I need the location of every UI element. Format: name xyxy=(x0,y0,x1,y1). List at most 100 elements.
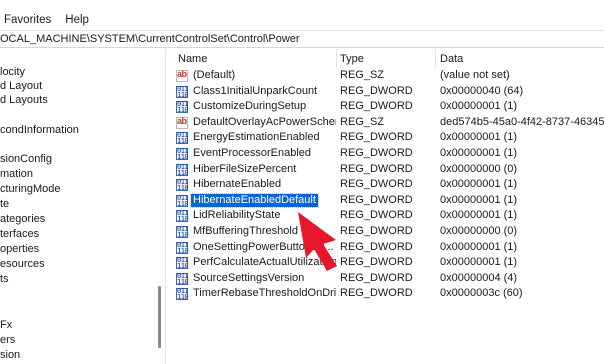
tree-item[interactable]: ts xyxy=(0,272,9,286)
dword-value-icon: 011 110 xyxy=(176,84,189,99)
registry-value-row[interactable]: 011 110 MfBufferingThreshold REG_DWORD 0x00… xyxy=(170,224,604,240)
value-type: REG_DWORD xyxy=(340,225,413,237)
registry-value-row[interactable]: 011 110 HiberFileSizePercent REG_DWORD 0x00… xyxy=(170,162,604,178)
tree-item[interactable]: locity xyxy=(0,65,25,79)
value-name: (Default) xyxy=(193,69,236,81)
value-name: LidReliabilityState xyxy=(193,209,281,222)
registry-values-list: Name Type Data ab (Default) REG_SZ (value n… xyxy=(170,49,604,364)
tree-item[interactable]: Fx xyxy=(0,318,12,332)
registry-value-row[interactable]: 011 110 HibernateEnabledDefault REG_DWORD 0… xyxy=(170,192,604,209)
value-data: 0x00000001 (1) xyxy=(440,256,518,269)
registry-value-row[interactable]: 011 110 OneSettingPowerButtonBu... REG_DWO… xyxy=(170,240,604,256)
registry-value-row[interactable]: 011 110 HibernateEnabled REG_DWORD 0x000000… xyxy=(170,177,604,193)
string-value-icon: ab xyxy=(176,69,188,82)
dword-value-icon: 011 110 xyxy=(176,193,189,208)
column-header-type[interactable]: Type xyxy=(340,53,364,65)
value-name: OneSettingPowerButtonBu... xyxy=(193,240,334,253)
dword-value-icon: 011 110 xyxy=(176,131,189,146)
menu-bar: Favorites Help xyxy=(0,10,604,30)
registry-value-row[interactable]: ab DefaultOverlayAcPowerScheme REG_SZ ded57… xyxy=(170,115,604,131)
dword-value-icon: 011 110 xyxy=(176,209,189,224)
dword-value-icon: 011 110 xyxy=(176,162,189,177)
string-value-icon: ab xyxy=(176,116,188,129)
column-header-name[interactable]: Name xyxy=(178,53,207,65)
value-type: REG_DWORD xyxy=(340,147,413,159)
value-name: HibernateEnabled xyxy=(193,178,282,191)
value-type: REG_DWORD xyxy=(340,131,413,144)
value-name: CustomizeDuringSetup xyxy=(193,100,307,113)
value-data: 0x00000001 (1) xyxy=(440,147,518,159)
value-name: DefaultOverlayAcPowerScheme xyxy=(193,115,336,128)
tree-item[interactable]: sionConfig xyxy=(0,152,52,166)
column-header-data[interactable]: Data xyxy=(440,53,463,65)
value-data: 0x00000001 (1) xyxy=(440,131,518,144)
value-data: 0x0000003c (60) xyxy=(440,287,523,300)
dword-value-icon: 011 110 xyxy=(176,100,189,115)
column-separator[interactable] xyxy=(336,49,337,68)
dword-value-icon: 011 110 xyxy=(176,178,189,193)
value-name: PerfCalculateActualUtilization xyxy=(193,256,336,269)
registry-value-row[interactable]: 011 110 PerfCalculateActualUtilization REG… xyxy=(170,255,604,271)
dword-value-icon: 011 110 xyxy=(176,240,189,255)
tree-item[interactable]: terfaces xyxy=(0,227,39,241)
tree-item[interactable]: cturingMode xyxy=(0,182,61,196)
value-type: REG_DWORD xyxy=(340,100,413,113)
registry-value-row[interactable]: 011 110 SourceSettingsVersion REG_DWORD 0x0… xyxy=(170,271,604,287)
registry-value-row[interactable]: ab (Default) REG_SZ (value not set) xyxy=(170,68,604,84)
tree-scrollbar-thumb[interactable] xyxy=(158,286,161,348)
registry-value-row[interactable]: 011 110 CustomizeDuringSetup REG_DWORD 0x00… xyxy=(170,99,604,115)
value-data: 0x00000001 (1) xyxy=(440,100,518,113)
menu-help[interactable]: Help xyxy=(58,10,96,30)
value-type: REG_DWORD xyxy=(340,162,413,175)
value-type: REG_DWORD xyxy=(340,84,413,97)
column-separator[interactable] xyxy=(435,49,436,68)
value-data: 0x00000001 (1) xyxy=(440,209,518,222)
value-type: REG_DWORD xyxy=(340,193,413,206)
value-type: REG_DWORD xyxy=(340,256,413,269)
tree-item[interactable]: esources xyxy=(0,257,45,271)
value-name: EnergyEstimationEnabled xyxy=(193,131,320,144)
tree-item[interactable]: mation xyxy=(0,167,33,181)
dword-value-icon: 011 110 xyxy=(176,147,189,161)
value-data: 0x00000001 (1) xyxy=(440,178,518,191)
tree-item[interactable]: operties xyxy=(0,242,39,256)
registry-key-tree: locity d Layout d Layouts condInformation si… xyxy=(0,49,166,364)
value-type: REG_SZ xyxy=(340,115,385,128)
value-data: ded574b5-45a0-4f42-8737-46345c09c2 xyxy=(440,115,604,128)
value-type: REG_DWORD xyxy=(340,287,413,300)
value-type: REG_DWORD xyxy=(340,240,413,253)
value-data: 0x00000040 (64) xyxy=(440,84,524,97)
value-data: 0x00000000 (0) xyxy=(440,225,518,237)
tree-item[interactable]: d Layouts xyxy=(0,93,48,107)
registry-value-row[interactable]: 011 110 EnergyEstimationEnabled REG_DWORD 0… xyxy=(170,130,604,146)
value-name: MfBufferingThreshold xyxy=(193,225,298,237)
dword-value-icon: 011 110 xyxy=(176,225,189,239)
tree-item[interactable]: condInformation xyxy=(0,123,79,137)
value-name: HibernateEnabledDefault xyxy=(190,192,319,208)
value-type: REG_SZ xyxy=(340,69,385,81)
list-header: Name Type Data xyxy=(170,49,604,68)
menu-favorites[interactable]: Favorites xyxy=(0,10,58,30)
tree-item[interactable]: d Layout xyxy=(0,79,42,93)
value-name: Class1InitialUnparkCount xyxy=(193,84,318,97)
value-name: TimerRebaseThresholdOnDrips... xyxy=(193,287,336,300)
tree-item[interactable]: ers xyxy=(0,333,15,347)
value-data: 0x00000001 (1) xyxy=(440,193,518,206)
value-data: (value not set) xyxy=(440,69,510,81)
registry-value-row[interactable]: 011 110 EventProcessorEnabled REG_DWORD 0x0… xyxy=(170,146,604,162)
value-name: EventProcessorEnabled xyxy=(193,147,312,159)
registry-value-row[interactable]: 011 110 Class1InitialUnparkCount REG_DWORD… xyxy=(170,84,604,100)
dword-value-icon: 011 110 xyxy=(176,287,189,302)
value-type: REG_DWORD xyxy=(340,209,413,222)
value-type: REG_DWORD xyxy=(340,271,413,284)
value-name: SourceSettingsVersion xyxy=(193,271,305,284)
tree-item[interactable]: ategories xyxy=(0,212,45,226)
value-data: 0x00000001 (1) xyxy=(440,240,518,253)
tree-item[interactable]: sion xyxy=(0,348,20,362)
value-data: 0x00000004 (4) xyxy=(440,271,518,284)
registry-value-row[interactable]: 011 110 TimerRebaseThresholdOnDrips... REG… xyxy=(170,286,604,302)
address-bar[interactable]: OCAL_MACHINE\SYSTEM\CurrentControlSet\Co… xyxy=(0,30,604,48)
registry-value-row[interactable]: 011 110 LidReliabilityState REG_DWORD 0x000… xyxy=(170,208,604,224)
tree-item[interactable]: te xyxy=(0,197,9,211)
value-type: REG_DWORD xyxy=(340,178,413,191)
